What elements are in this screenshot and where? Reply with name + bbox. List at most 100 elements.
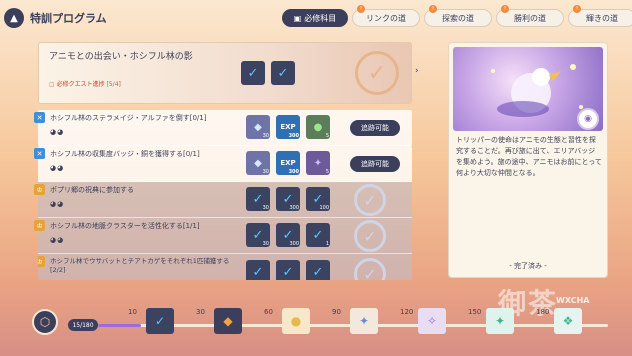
herb-reward-icon: ● 5 bbox=[306, 115, 330, 139]
quest-name: ホシフル林の収集度バッジ・銅を獲得する[0/1] bbox=[50, 150, 200, 158]
quest-type-icon: ✕ bbox=[34, 148, 45, 159]
reward-count: 300 bbox=[289, 205, 299, 211]
milestone-threshold: 150 bbox=[468, 308, 482, 316]
tab-label: 探索の道 bbox=[442, 13, 474, 23]
quest-name: ホシフル林の地脈クラスターを活性化する[1/1] bbox=[50, 222, 200, 230]
tab-required[interactable]: ▣ 必修科目 bbox=[282, 9, 348, 27]
crystal-reward-icon: ◆ 30 bbox=[246, 151, 270, 175]
chapter-title: アニモとの出会い・ホシフル林の影 bbox=[49, 52, 193, 62]
animo-avatar-icon: ◉ bbox=[577, 108, 599, 130]
reward-count: 30 bbox=[262, 133, 269, 139]
reward-count: 30 bbox=[262, 205, 269, 211]
quest-progress-icon: ▢ bbox=[49, 81, 57, 88]
reward-count: 5 bbox=[325, 133, 329, 139]
tab-label: 勝利の道 bbox=[514, 13, 546, 23]
reward-count: 1 bbox=[325, 241, 329, 247]
track-button[interactable]: 追跡可能 bbox=[350, 156, 400, 172]
reward-checked-icon: ✓ bbox=[306, 260, 330, 280]
quest-type-icon: ♔ bbox=[34, 220, 45, 231]
quest-marker-icon: ◕◕ bbox=[50, 200, 65, 208]
milestone-threshold: 120 bbox=[400, 308, 414, 316]
progress-value: [5/4] bbox=[106, 81, 121, 88]
chapter-description: トリッパーの使命はアニモの生態と習性を探究することだ。再び旅に出て、エリアバッジ… bbox=[456, 136, 602, 177]
reward-label: EXP bbox=[280, 123, 296, 131]
notification-badge: ! bbox=[429, 5, 437, 13]
reward-checked-icon: ✓ bbox=[241, 61, 265, 85]
progress-fill bbox=[98, 324, 141, 327]
quest-marker-icon: ◕◕ bbox=[50, 236, 65, 244]
tab-icon: ▣ bbox=[293, 13, 302, 23]
program-logo-icon: ▲ bbox=[4, 8, 24, 28]
reward-checked-icon: ✓ 30 bbox=[246, 223, 270, 247]
reward-count: 300 bbox=[289, 241, 299, 247]
milestone-reward-icon[interactable]: ✓ bbox=[146, 308, 174, 334]
quest-row[interactable]: ♔ ホシフル林の地脈クラスターを活性化する[1/1] ◕◕ ✓ 30 ✓ 300 ✓… bbox=[34, 218, 412, 254]
program-progress-bar: ⬡ 15/180 10 ✓ 30 ◆ 60 ● 90 ✦ 120 ✧ 150 ✦ 180 ❖ bbox=[28, 306, 632, 350]
milestone-reward-icon[interactable]: ❖ bbox=[554, 308, 582, 334]
notification-badge: ! bbox=[573, 5, 581, 13]
notification-badge: ! bbox=[501, 5, 509, 13]
chapter-detail-panel: トリッパーの使命はアニモの生態と習性を探究することだ。再び旅に出て、エリアバッジ… bbox=[448, 42, 608, 278]
completed-stamp-icon: ✓ bbox=[354, 258, 386, 280]
tab-victory-path[interactable]: ! 勝利の道 bbox=[496, 5, 564, 27]
completed-stamp-icon: ✓ bbox=[355, 51, 399, 95]
notification-badge: ! bbox=[357, 5, 365, 13]
milestone-reward-icon[interactable]: ✦ bbox=[350, 308, 378, 334]
exp-reward-icon: EXP 300 bbox=[276, 151, 300, 175]
milestone-threshold: 90 bbox=[332, 308, 341, 316]
milestone-reward-icon[interactable]: ✧ bbox=[418, 308, 446, 334]
progress-label: 必修クエスト進捗 bbox=[56, 81, 105, 88]
program-emblem-icon: ⬡ bbox=[32, 309, 58, 335]
quest-marker-icon: ◕◕ bbox=[50, 128, 65, 136]
tab-link-path[interactable]: ! リンクの道 bbox=[352, 5, 420, 27]
tab-label: 必修科目 bbox=[304, 13, 337, 23]
reward-label: EXP bbox=[280, 159, 296, 167]
reward-count: 300 bbox=[288, 133, 299, 139]
featured-chapter-card[interactable]: アニモとの出会い・ホシフル林の影 ▢ 必修クエスト進捗 [5/4] ✓ ✓ ✓ bbox=[38, 42, 412, 104]
reward-count: 100 bbox=[319, 205, 329, 211]
watermark-sub: WXCHA bbox=[556, 296, 590, 305]
chevron-right-icon[interactable]: › bbox=[415, 66, 419, 76]
quest-row[interactable]: ✕ ホシフル林の収集度バッジ・銅を獲得する[0/1] ◕◕ ◆ 30 EXP 300… bbox=[34, 146, 412, 182]
quest-type-icon: ♔ bbox=[38, 256, 45, 267]
reward-count: 5 bbox=[325, 169, 329, 175]
completed-stamp-icon: ✓ bbox=[354, 184, 386, 216]
milestone-threshold: 180 bbox=[536, 308, 550, 316]
page-title: 特訓プログラム bbox=[30, 12, 107, 25]
reward-checked-icon: ✓ 300 bbox=[276, 187, 300, 211]
reward-checked-icon: ✓ 1 bbox=[306, 223, 330, 247]
milestone-reward-icon[interactable]: ◆ bbox=[214, 308, 242, 334]
quest-row[interactable]: ♔ ポプリ郷の祝典に参加する ◕◕ ✓ 30 ✓ 300 ✓ 100 ✓ bbox=[34, 182, 412, 218]
quest-marker-icon: ◕◕ bbox=[50, 164, 65, 172]
tab-radiance-path[interactable]: ! 輝きの道 bbox=[568, 5, 632, 27]
milestone-reward-icon[interactable]: ● bbox=[282, 308, 310, 334]
completed-status: - 完了済み - bbox=[509, 262, 547, 270]
reward-count: 30 bbox=[262, 241, 269, 247]
tab-bar: ▣ 必修科目 ! リンクの道 ! 探索の道 ! 勝利の道 ! 輝きの道 bbox=[282, 5, 632, 27]
quest-row[interactable]: ✕ ホシフル林のステラメイジ・アルファを倒す[0/1] ◕◕ ◆ 30 EXP 30… bbox=[34, 110, 412, 146]
milestone-threshold: 60 bbox=[264, 308, 273, 316]
exp-reward-icon: EXP 300 bbox=[276, 115, 300, 139]
quest-row[interactable]: ♔ ホシフル林でウサバットとチアトカゲをそれぞれ1匹捕獲する[2/2] ✓ ✓ … bbox=[38, 254, 412, 280]
reward-count: 30 bbox=[262, 169, 269, 175]
milestone-reward-icon[interactable]: ✦ bbox=[486, 308, 514, 334]
reward-checked-icon: ✓ bbox=[276, 260, 300, 280]
reward-checked-icon: ✓ bbox=[246, 260, 270, 280]
quest-name: ホシフル林でウサバットとチアトカゲをそれぞれ1匹捕獲する[2/2] bbox=[50, 257, 230, 274]
quest-type-icon: ✕ bbox=[34, 112, 45, 123]
reward-checked-icon: ✓ 100 bbox=[306, 187, 330, 211]
quest-name: ホシフル林のステラメイジ・アルファを倒す[0/1] bbox=[50, 114, 207, 122]
tab-exploration-path[interactable]: ! 探索の道 bbox=[424, 5, 492, 27]
tab-label: 輝きの道 bbox=[586, 13, 618, 23]
milestone-threshold: 10 bbox=[128, 308, 137, 316]
reward-checked-icon: ✓ 30 bbox=[246, 187, 270, 211]
crystal-reward-icon: ◆ 30 bbox=[246, 115, 270, 139]
tab-label: リンクの道 bbox=[366, 13, 406, 23]
reward-checked-icon: ✓ bbox=[271, 61, 295, 85]
quest-name: ポプリ郷の祝典に参加する bbox=[50, 186, 134, 194]
track-button[interactable]: 追跡可能 bbox=[350, 120, 400, 136]
progress-label: 15/180 bbox=[68, 319, 98, 331]
gem-reward-icon: ✦ 5 bbox=[306, 151, 330, 175]
reward-count: 300 bbox=[288, 169, 299, 175]
reward-checked-icon: ✓ 300 bbox=[276, 223, 300, 247]
